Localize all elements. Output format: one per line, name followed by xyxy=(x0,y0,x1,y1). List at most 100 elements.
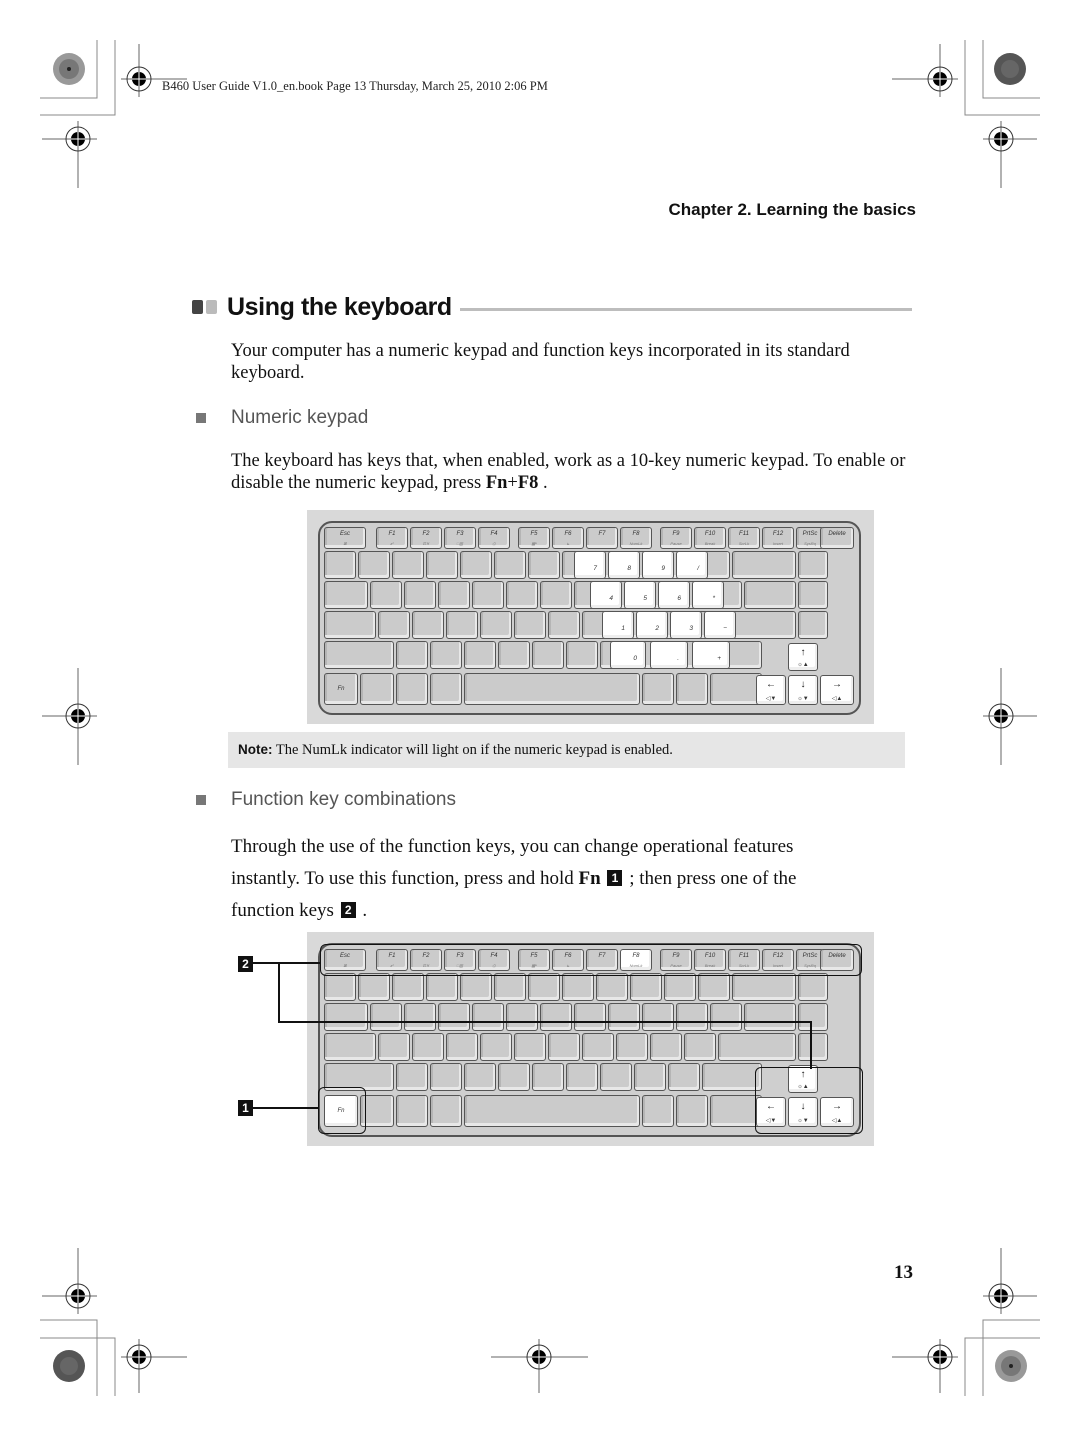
key xyxy=(664,973,696,1001)
key-label: F11 xyxy=(739,531,749,537)
numpad-key: 4 xyxy=(590,581,622,609)
key-label: F12 xyxy=(772,531,784,537)
function-keys-paragraph: Through the use of the function keys, yo… xyxy=(231,831,911,927)
arrow-down-icon: ↓ xyxy=(800,679,806,690)
key-sublabel: ⊾ xyxy=(566,541,570,546)
key xyxy=(532,1063,564,1091)
arrow-left-icon: ← xyxy=(766,679,776,690)
numpad-key: 0 xyxy=(610,641,646,669)
numpad-key: 6 xyxy=(658,581,690,609)
key-label: Esc xyxy=(339,531,350,537)
key xyxy=(676,673,708,705)
function-key: F12 Insert xyxy=(762,527,794,549)
key xyxy=(446,611,478,639)
key xyxy=(464,641,496,669)
key xyxy=(480,1033,512,1061)
heading-bullet-dark xyxy=(192,300,203,314)
key xyxy=(744,1003,796,1031)
key xyxy=(460,551,492,579)
key-label: F3 xyxy=(456,531,464,537)
key xyxy=(698,973,730,1001)
fk-line-2b: ; then press one of the xyxy=(624,868,797,889)
key xyxy=(710,1003,742,1031)
numpad-label: 1 xyxy=(621,625,625,632)
function-key: F7 xyxy=(586,527,618,549)
key xyxy=(514,611,546,639)
numpad-label: 5 xyxy=(643,595,647,602)
key xyxy=(718,1033,796,1061)
keyboard-figure-numeric: Esc ⊠ F1 zᶻ F2 ⊡✕ F3 □▥ F4 ⎙ F5 ▦ᵃ F6 ⊾ F7 F8 NumLk F9 Pau… xyxy=(307,510,874,724)
key xyxy=(392,551,424,579)
key-sublabel: ⎙ xyxy=(492,541,496,546)
numpad-label: 6 xyxy=(677,595,681,602)
numpad-key: 1 xyxy=(602,611,634,639)
numpad-label: − xyxy=(723,625,727,632)
key xyxy=(396,1063,428,1091)
key xyxy=(324,581,368,609)
key xyxy=(702,1063,762,1091)
key xyxy=(642,1003,674,1031)
numpad-label: 7 xyxy=(593,565,597,572)
key xyxy=(370,1003,402,1031)
key xyxy=(498,1063,530,1091)
print-header: B460 User Guide V1.0_en.book Page 13 Thu… xyxy=(162,79,548,93)
key xyxy=(506,581,538,609)
section-heading: Using the keyboard xyxy=(192,290,912,324)
arrow-left-key: ← ◁▼ xyxy=(756,675,786,705)
key xyxy=(540,1003,572,1031)
key-label: Fn xyxy=(337,686,345,692)
key xyxy=(616,1033,648,1061)
key-fn-text: Fn xyxy=(485,473,508,493)
key xyxy=(574,1003,606,1031)
function-key: F3 □▥ xyxy=(444,527,476,549)
key xyxy=(566,1063,598,1091)
key-label: F5 xyxy=(530,531,538,537)
leader-line xyxy=(810,1021,812,1069)
key xyxy=(324,1003,368,1031)
numpad-key: 2 xyxy=(636,611,668,639)
note-box: Note: The NumLk indicator will light on … xyxy=(228,732,905,768)
arrow-right-icon: → xyxy=(832,679,842,690)
spacebar-key xyxy=(464,673,640,705)
function-key: F5 ▦ᵃ xyxy=(518,527,550,549)
fk-line-3b: . xyxy=(357,900,368,921)
key xyxy=(358,551,390,579)
key xyxy=(532,641,564,669)
numpad-label: 9 xyxy=(661,565,665,572)
function-key: F2 ⊡✕ xyxy=(410,527,442,549)
volume-down-icon: ◁▼ xyxy=(765,696,777,702)
key-sublabel: NumLk xyxy=(629,541,643,546)
function-key: Esc ⊠ xyxy=(324,527,366,549)
leader-line xyxy=(253,962,321,964)
numpad-label: * xyxy=(712,595,715,602)
key xyxy=(404,1003,436,1031)
key-label: F2 xyxy=(422,531,430,537)
key-sublabel: ScrLk xyxy=(738,541,750,546)
key-sublabel: ▦ᵃ xyxy=(531,541,537,546)
numpad-key: 7 xyxy=(574,551,606,579)
key xyxy=(596,973,628,1001)
key xyxy=(358,973,390,1001)
key xyxy=(438,1003,470,1031)
function-key: F6 ⊾ xyxy=(552,527,584,549)
rosette-top-left xyxy=(53,53,85,85)
function-key: F4 ⎙ xyxy=(478,527,510,549)
key-label: Delete xyxy=(828,531,846,537)
numpad-key: . xyxy=(650,641,688,669)
numpad-label: 3 xyxy=(689,625,693,632)
key xyxy=(430,641,462,669)
key xyxy=(370,581,402,609)
key xyxy=(360,673,394,705)
key xyxy=(494,973,526,1001)
key xyxy=(472,581,504,609)
key xyxy=(798,551,828,579)
key xyxy=(548,611,580,639)
key xyxy=(514,1033,546,1061)
numpad-label: 2 xyxy=(655,625,659,632)
key xyxy=(464,1063,496,1091)
numpad-key: 8 xyxy=(608,551,640,579)
key xyxy=(630,973,662,1001)
key-sublabel: Insert xyxy=(772,541,783,546)
fn-key-highlight xyxy=(318,1087,366,1134)
numpad-key: 5 xyxy=(624,581,656,609)
